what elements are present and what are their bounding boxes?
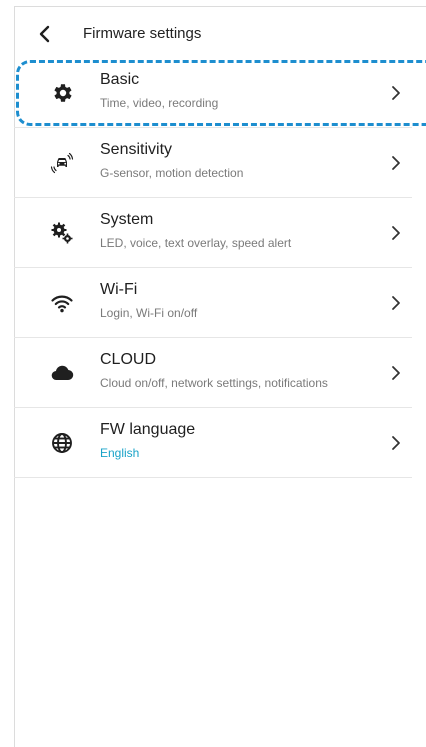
settings-item-title: System [100,211,154,228]
settings-list: Basic Time, video, recording Sensitivity… [14,58,412,478]
settings-item-system[interactable]: System LED, voice, text overlay, speed a… [14,198,412,268]
gear-icon [54,84,72,102]
cloud-icon [51,365,74,381]
globe-icon [52,433,72,453]
settings-item-title: Sensitivity [100,141,173,158]
settings-item-subtitle: Login, Wi-Fi on/off [100,306,198,320]
chevron-left-icon[interactable] [36,22,54,46]
chevron-right-icon [392,366,400,380]
app-header: Firmware settings [14,8,426,60]
settings-item-value: English [100,446,140,460]
settings-item-title: CLOUD [100,351,157,368]
settings-item-subtitle: LED, voice, text overlay, speed alert [100,236,292,250]
wifi-icon [51,295,73,313]
chevron-right-icon [392,436,400,450]
settings-item-title: Wi-Fi [100,281,138,298]
chevron-right-icon [392,296,400,310]
settings-item-cloud[interactable]: CLOUD Cloud on/off, network settings, no… [14,338,412,408]
settings-item-subtitle: G-sensor, motion detection [100,166,244,180]
settings-item-fw-language[interactable]: FW language English [14,408,412,478]
settings-item-sensitivity[interactable]: Sensitivity G-sensor, motion detection [14,128,412,198]
settings-item-basic[interactable]: Basic Time, video, recording [14,58,412,128]
chevron-right-icon [392,86,400,100]
settings-item-title: Basic [100,71,140,88]
page-title: Firmware settings [83,25,202,42]
settings-item-subtitle: Time, video, recording [100,96,219,110]
settings-item-title: FW language [100,421,196,438]
chevron-right-icon [392,156,400,170]
settings-item-wifi[interactable]: Wi-Fi Login, Wi-Fi on/off [14,268,412,338]
gears-icon [51,222,73,244]
settings-item-subtitle: Cloud on/off, network settings, notifica… [100,376,328,390]
car-sensor-icon [50,152,74,174]
chevron-right-icon [392,226,400,240]
